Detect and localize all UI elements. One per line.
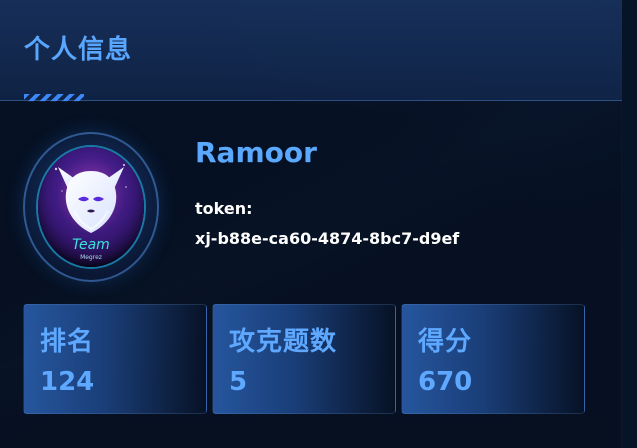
fox-avatar-icon: Team Megrez xyxy=(38,147,144,267)
user-name: Ramoor xyxy=(195,136,317,169)
avatar-team-text: Team xyxy=(72,237,110,253)
panel-title: 个人信息 xyxy=(24,35,133,65)
stat-label-rank: 排名 xyxy=(40,327,95,357)
stat-label-score: 得分 xyxy=(418,327,473,357)
avatar: Team Megrez xyxy=(38,147,144,267)
stat-value-score: 670 xyxy=(418,367,473,397)
stat-card-score: 得分 670 xyxy=(401,304,585,414)
stat-value-rank: 124 xyxy=(40,367,95,397)
stat-value-solved: 5 xyxy=(229,367,248,397)
token-value: xj-b88e-ca60-4874-8bc7-d9ef xyxy=(195,229,460,248)
stat-label-solved: 攻克题数 xyxy=(229,327,338,357)
stat-card-solved: 攻克题数 5 xyxy=(212,304,396,414)
token-label: token: xyxy=(195,199,253,218)
panel-header: 个人信息 xyxy=(0,0,622,102)
avatar-sub-text: Megrez xyxy=(80,254,102,261)
profile-panel: 个人信息 Team Megrez Ramoor token: xj-b88e-c… xyxy=(0,0,622,448)
stat-card-rank: 排名 124 xyxy=(23,304,207,414)
